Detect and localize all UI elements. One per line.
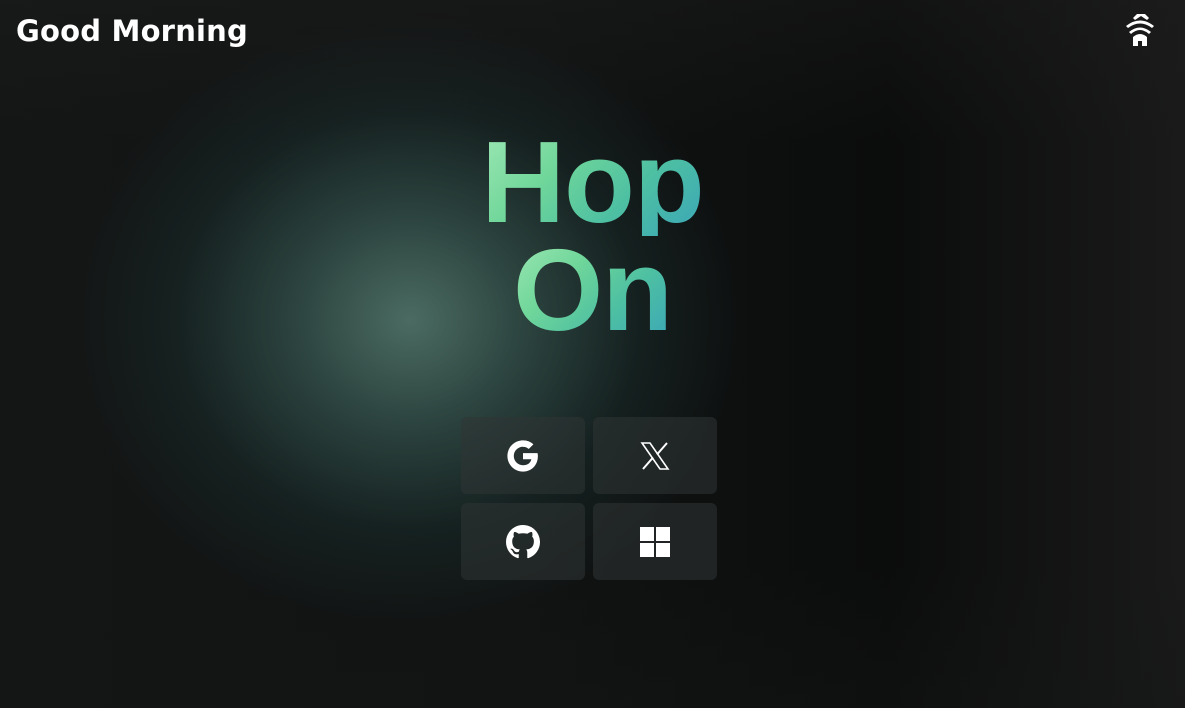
google-icon [507, 439, 538, 472]
x-icon [640, 441, 670, 470]
shortcut-grid [461, 417, 717, 580]
greeting-text: Good Morning [16, 14, 248, 48]
windows-icon [640, 526, 670, 557]
google-shortcut-button[interactable] [461, 417, 585, 494]
app-title: Hop On [0, 117, 1185, 355]
title-line-2: On [512, 225, 673, 355]
x-shortcut-button[interactable] [593, 417, 717, 494]
github-icon [506, 524, 540, 558]
windows-shortcut-button[interactable] [593, 503, 717, 580]
github-shortcut-button[interactable] [461, 503, 585, 580]
hopon-logo-icon[interactable] [1123, 12, 1157, 48]
title-line-1: Hop [481, 117, 704, 247]
